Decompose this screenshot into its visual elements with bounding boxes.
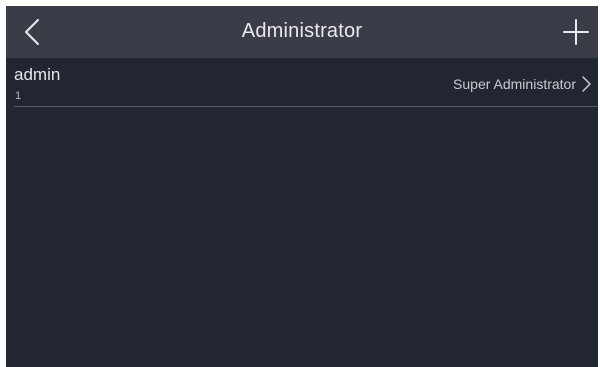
admin-name: admin — [14, 65, 61, 84]
list-item-admin[interactable]: admin 1 Super Administrator — [6, 58, 598, 108]
plus-icon — [563, 19, 589, 45]
admin-screen: Administrator admin 1 Super Administrato… — [6, 6, 598, 367]
header-bar: Administrator — [6, 6, 598, 58]
row-divider — [14, 106, 598, 107]
admin-id: 1 — [15, 90, 22, 102]
page-title: Administrator — [241, 20, 363, 42]
add-admin-button[interactable] — [560, 16, 592, 48]
chevron-right-icon — [582, 76, 591, 92]
admin-role: Super Administrator — [453, 76, 576, 92]
